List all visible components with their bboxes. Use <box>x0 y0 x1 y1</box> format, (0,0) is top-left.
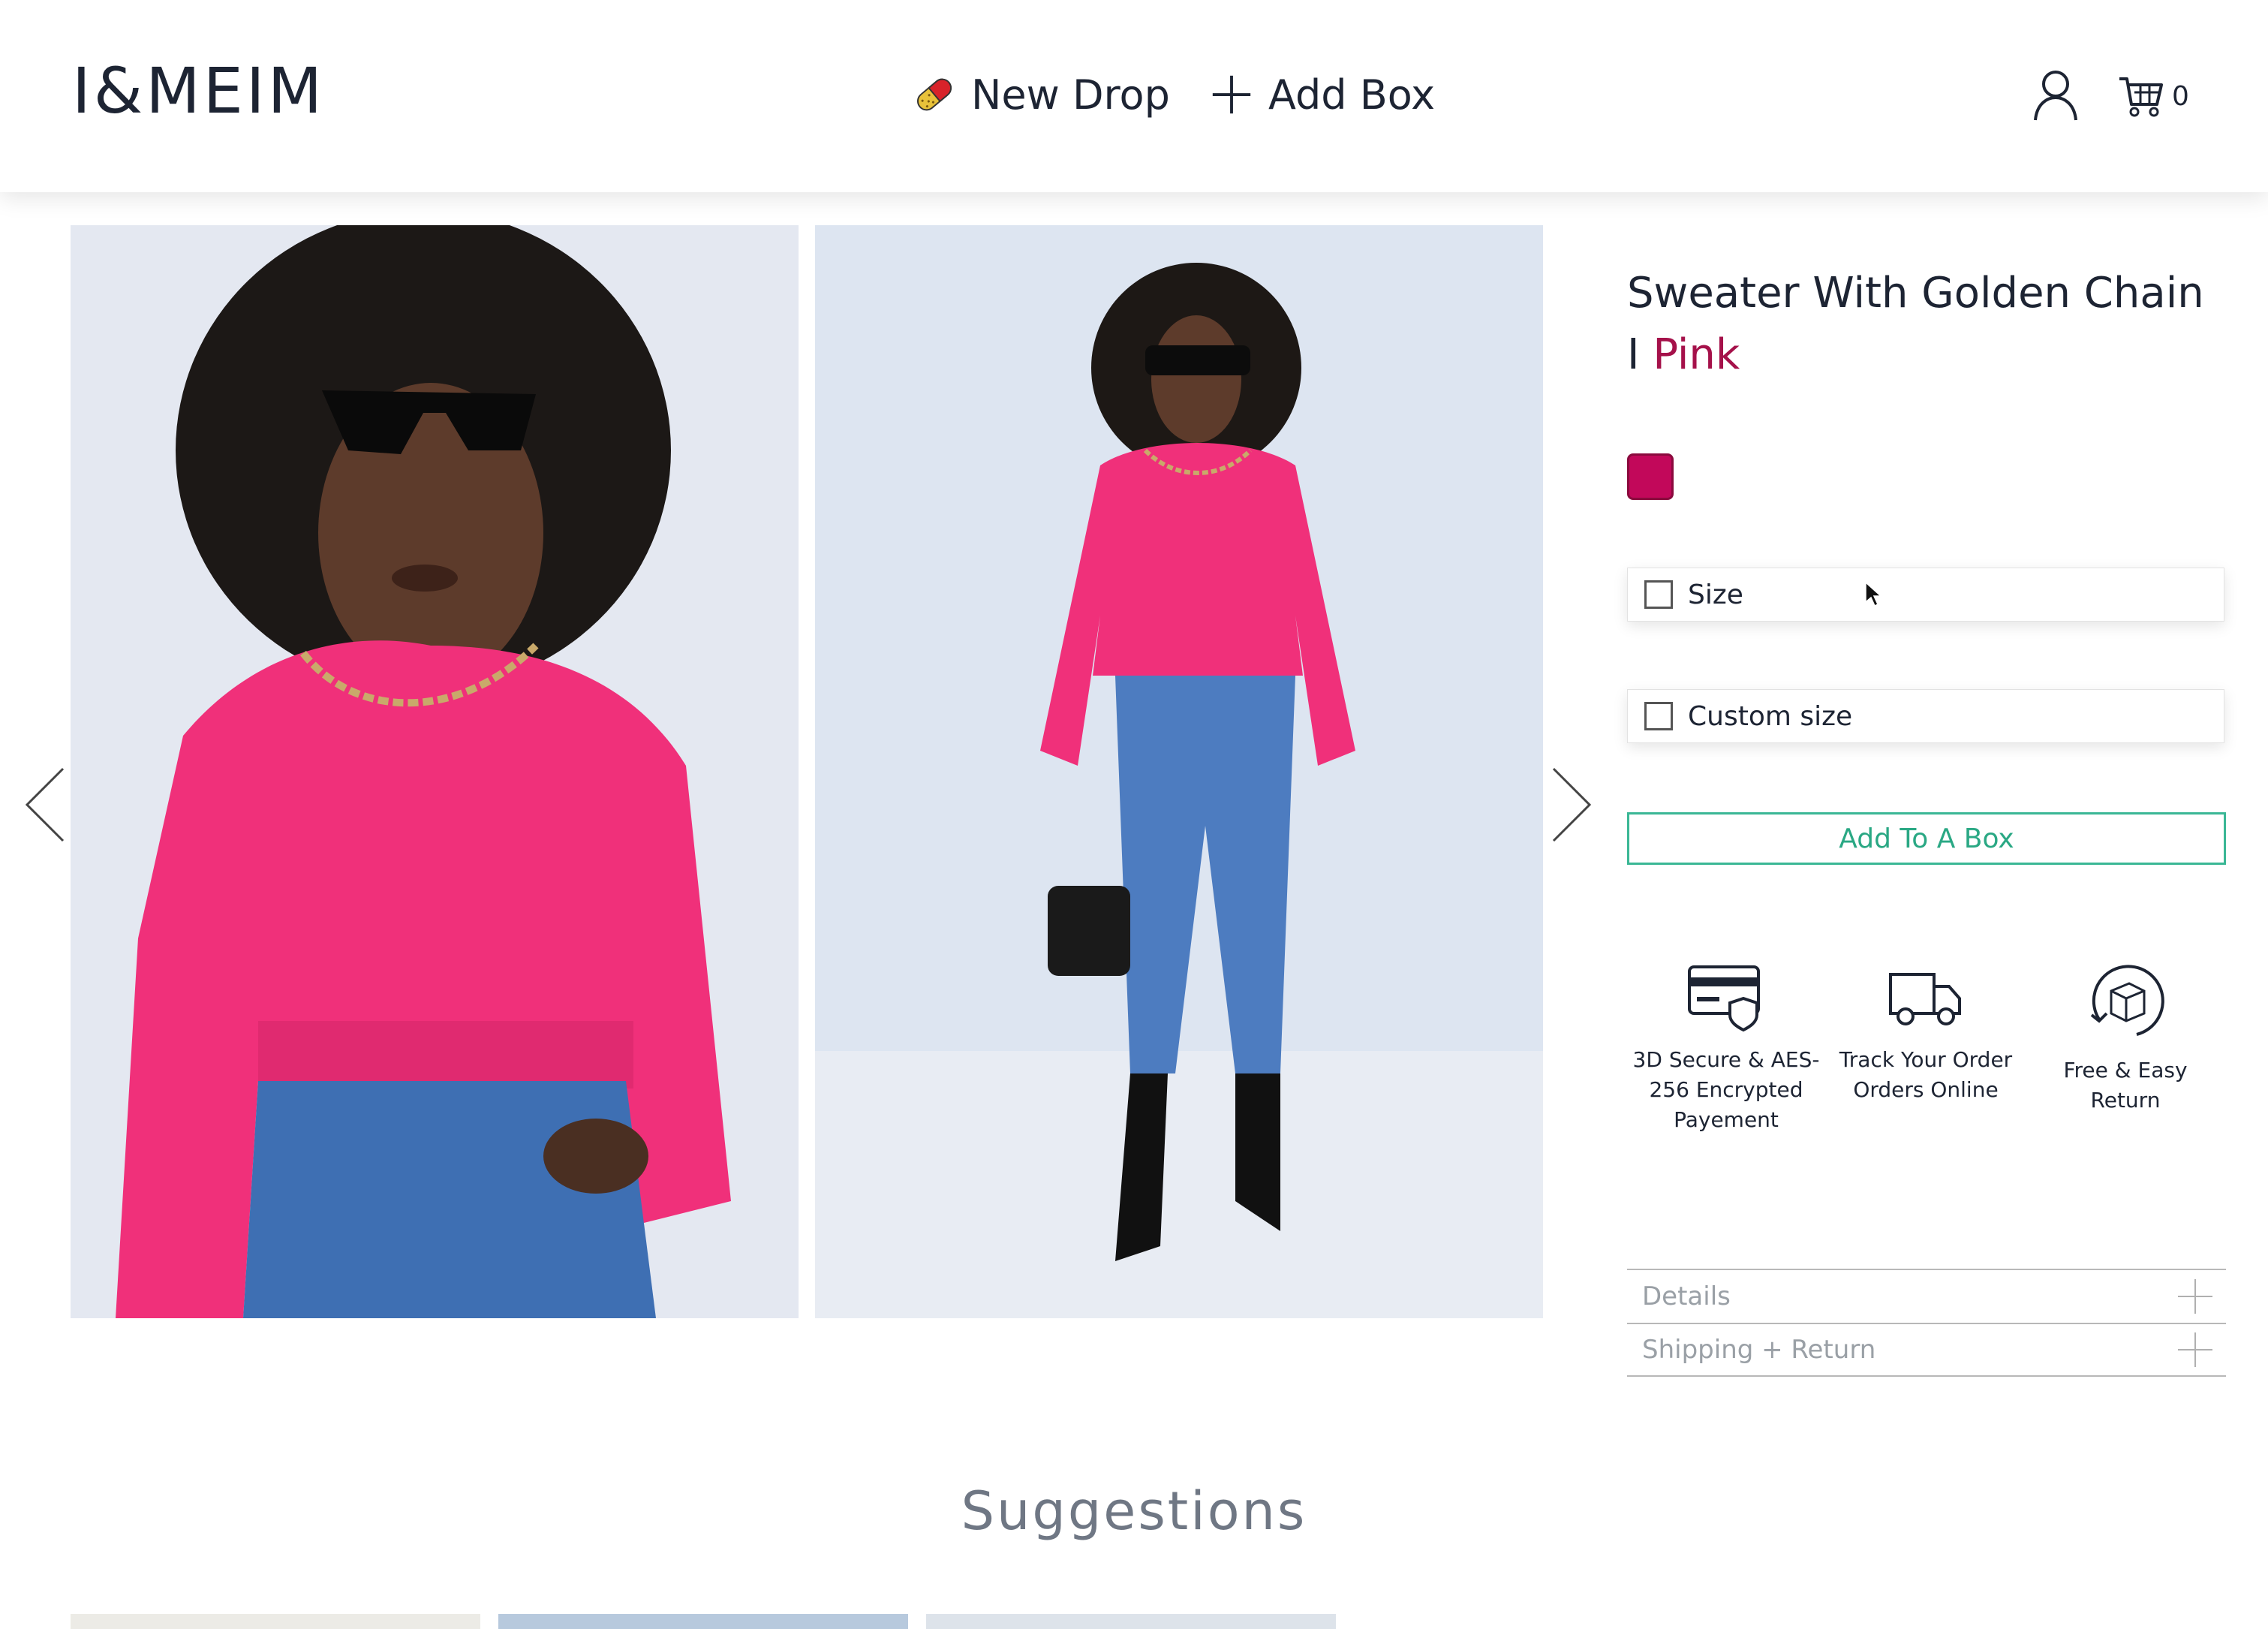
brand-logo[interactable]: I&MEIM <box>72 54 325 128</box>
suggestion-thumbnail[interactable] <box>498 1614 908 1629</box>
product-title: Sweater With Golden Chain I Pink <box>1627 263 2227 386</box>
mouse-pointer-icon <box>1865 581 1882 607</box>
user-icon[interactable] <box>2032 69 2079 122</box>
cart-button[interactable]: 0 <box>2118 74 2189 119</box>
expand-plus-icon[interactable] <box>2178 1332 2212 1367</box>
cart-count: 0 <box>2172 80 2189 112</box>
suggestion-thumbnail[interactable] <box>71 1614 480 1629</box>
feature-track-orders: Track Your Order Orders Online <box>1827 961 2025 1105</box>
add-to-box-button[interactable]: Add To A Box <box>1627 812 2226 865</box>
trust-features: 3D Secure & AES-256 Encrypted Payement T… <box>1627 961 2227 1186</box>
accordion-shipping-return[interactable]: Shipping + Return <box>1627 1323 2226 1377</box>
feature-track-orders-text: Track Your Order Orders Online <box>1839 1047 2013 1102</box>
size-option-label: Size <box>1688 579 1743 610</box>
size-option[interactable]: Size <box>1627 568 2224 622</box>
model-full-body-photo[interactable] <box>815 225 1543 1318</box>
custom-size-option-label: Custom size <box>1688 700 1853 732</box>
accordion-shipping-label: Shipping + Return <box>1642 1335 1876 1365</box>
nav-new-drop[interactable]: New Drop <box>911 65 1170 125</box>
expand-plus-icon[interactable] <box>2178 1279 2212 1314</box>
feature-easy-return-text: Free & Easy Return <box>2063 1058 2188 1113</box>
cart-icon <box>2119 77 2163 117</box>
suggestions-heading: Suggestions <box>961 1480 1307 1542</box>
return-box-icon <box>2090 965 2164 1036</box>
secure-card-icon <box>1688 965 1760 1032</box>
accordion-details-label: Details <box>1642 1281 1731 1311</box>
feature-easy-return: Free & Easy Return <box>2026 961 2224 1116</box>
custom-size-checkbox[interactable] <box>1644 702 1673 730</box>
nav-new-drop-label: New Drop <box>971 71 1170 119</box>
plus-icon <box>1212 75 1251 114</box>
site-header: I&MEIM New Drop Add Box 0 <box>0 0 2268 192</box>
nav-add-box-label: Add Box <box>1268 71 1436 119</box>
product-color-name: Pink <box>1653 330 1740 379</box>
chevron-right-icon[interactable] <box>1549 766 1594 844</box>
size-checkbox[interactable] <box>1644 580 1673 609</box>
custom-size-option[interactable]: Custom size <box>1627 689 2224 743</box>
pill-icon <box>917 78 952 111</box>
model-closeup-photo[interactable] <box>71 225 799 1318</box>
delivery-truck-icon <box>1889 973 1961 1025</box>
product-name: Sweater With Golden Chain <box>1627 269 2204 318</box>
chevron-left-icon[interactable] <box>23 766 68 844</box>
color-swatch-pink[interactable] <box>1627 453 1674 500</box>
accordion-details[interactable]: Details <box>1627 1269 2226 1323</box>
feature-secure-payment-text: 3D Secure & AES-256 Encrypted Payement <box>1632 1047 1820 1132</box>
nav-add-box[interactable]: Add Box <box>1208 65 1435 125</box>
title-separator: I <box>1627 330 1640 379</box>
feature-secure-payment: 3D Secure & AES-256 Encrypted Payement <box>1627 961 1825 1135</box>
suggestion-thumbnail[interactable] <box>926 1614 1336 1629</box>
